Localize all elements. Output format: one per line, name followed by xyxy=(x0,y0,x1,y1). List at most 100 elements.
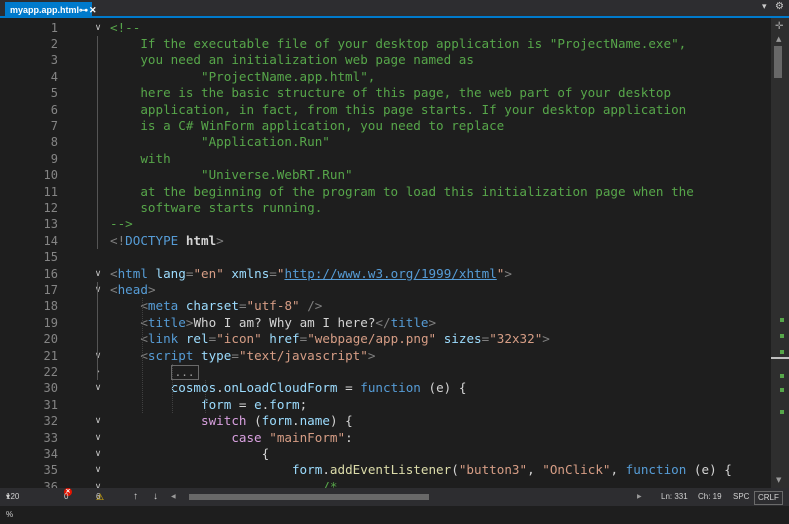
code-line[interactable]: 18 <meta charset="utf-8" /> xyxy=(0,298,771,314)
code-token: "en" xyxy=(193,265,224,281)
collapse-chevron-icon[interactable]: ∨ xyxy=(92,479,104,488)
code-line[interactable]: 12 software starts running. xyxy=(0,200,771,216)
code-line[interactable]: 6 application, in fact, from this page s… xyxy=(0,102,771,118)
code-line[interactable]: 32 ∨ switch (form.name) { xyxy=(0,413,771,429)
tab-list-dropdown-icon[interactable]: ▾ xyxy=(762,1,767,12)
line-number: 10 xyxy=(43,168,58,183)
collapse-chevron-icon[interactable]: ∨ xyxy=(92,413,104,429)
code-token: cosmos xyxy=(110,380,217,396)
tab-myapp-app-html[interactable]: myapp.app.html ⊶ ✕ xyxy=(5,2,97,18)
collapsed-region-placeholder[interactable]: ... xyxy=(170,364,199,380)
code-line[interactable]: 9 with xyxy=(0,151,771,167)
code-line[interactable]: 34 ∨ { xyxy=(0,446,771,462)
code-token: script xyxy=(147,347,194,363)
indent-guide xyxy=(172,363,173,414)
close-icon[interactable]: ✕ xyxy=(89,2,97,18)
code-text: case "mainForm": xyxy=(110,430,352,446)
code-token: lang xyxy=(147,265,186,281)
code-line[interactable]: 5 here is the basic structure of this pa… xyxy=(0,85,771,101)
settings-gear-icon[interactable]: ⚙ xyxy=(775,1,784,12)
code-token: link xyxy=(147,331,179,347)
code-line[interactable]: 35 ∨ form.addEventListener("button3", "On… xyxy=(0,462,771,478)
next-issue-arrow-icon[interactable]: ↓ xyxy=(153,488,158,506)
scroll-down-arrow-icon[interactable]: ▼ xyxy=(776,476,781,484)
code-line[interactable]: 17 ∨ <head> xyxy=(0,282,771,298)
code-token: DOCTYPE xyxy=(125,232,179,248)
code-line[interactable]: 14 <!DOCTYPE html> xyxy=(0,233,771,249)
code-token: > xyxy=(504,265,512,281)
code-line[interactable]: 3 you need an initialization web page na… xyxy=(0,52,771,68)
code-token: rel xyxy=(178,331,209,347)
code-editor[interactable]: 1 ∨ <!-- 2 If the executable file of your d… xyxy=(0,18,771,488)
code-text: software starts running. xyxy=(110,200,322,216)
code-token: ( xyxy=(246,413,262,429)
code-token: type xyxy=(193,347,232,363)
code-line[interactable]: 8 "Application.Run" xyxy=(0,134,771,150)
code-line[interactable]: 13 --> xyxy=(0,216,771,232)
line-number: 2 xyxy=(50,36,58,51)
line-number-indicator[interactable]: Ln: 331 xyxy=(661,488,688,506)
expand-chevron-icon[interactable]: › xyxy=(92,364,104,380)
code-text: "ProjectName.app.html", xyxy=(110,69,375,85)
collapse-chevron-icon[interactable]: ∨ xyxy=(92,348,104,364)
code-token: "32x32" xyxy=(489,331,543,347)
code-line[interactable]: 2 If the executable file of your desktop… xyxy=(0,36,771,52)
code-text: <head> xyxy=(110,282,156,298)
code-text: form = e.form; xyxy=(110,397,307,413)
code-line[interactable]: 20 <link rel="icon" href="webpage/app.pn… xyxy=(0,331,771,347)
collapse-chevron-icon[interactable]: ∨ xyxy=(92,446,104,462)
code-line[interactable]: 33 ∨ case "mainForm": xyxy=(0,430,771,446)
code-line[interactable]: 1 ∨ <!-- xyxy=(0,20,771,36)
code-line[interactable]: 31 form = e.form; xyxy=(0,397,771,413)
code-token: . xyxy=(322,462,330,478)
code-token: software starts running. xyxy=(110,199,323,215)
pin-icon[interactable]: ⊶ xyxy=(79,2,88,18)
code-line[interactable]: 36 ∨ /* xyxy=(0,479,771,488)
horizontal-scroll-thumb[interactable] xyxy=(189,494,429,500)
code-line[interactable]: 16 ∨ <html lang="en" xmlns="http://www.w3.… xyxy=(0,266,771,282)
line-number: 7 xyxy=(50,118,58,133)
code-line[interactable]: 22 › ... xyxy=(0,364,771,380)
code-line[interactable]: 11 at the beginning of the program to lo… xyxy=(0,184,771,200)
code-token: form xyxy=(269,396,300,412)
line-number: 17 xyxy=(43,282,58,297)
chevron-down-icon: ▾ xyxy=(6,492,11,501)
code-line[interactable]: 15 xyxy=(0,249,771,265)
code-line[interactable]: 7 is a C# WinForm application, you need … xyxy=(0,118,771,134)
code-token: "Universe.WebRT.Run" xyxy=(110,167,353,183)
vertical-scroll-thumb[interactable] xyxy=(774,46,782,78)
collapse-chevron-icon[interactable]: ∨ xyxy=(92,430,104,446)
scroll-up-arrow-icon[interactable]: ▲ xyxy=(776,35,781,43)
collapse-chevron-icon[interactable]: ∨ xyxy=(92,380,104,396)
code-token: Who I am? Why am I here? xyxy=(193,314,376,330)
code-token: charset xyxy=(178,298,239,314)
collapse-chevron-icon[interactable]: ∨ xyxy=(92,282,104,298)
split-view-icon[interactable]: ✛ xyxy=(775,21,783,32)
code-line[interactable]: 21 ∨ <script type="text/javascript"> xyxy=(0,348,771,364)
code-text: /* xyxy=(110,479,337,488)
indent-guide xyxy=(205,380,206,414)
previous-issue-arrow-icon[interactable]: ↑ xyxy=(133,488,138,506)
collapse-chevron-icon[interactable]: ∨ xyxy=(92,462,104,478)
code-line[interactable]: 4 "ProjectName.app.html", xyxy=(0,69,771,85)
code-token: . xyxy=(292,413,300,429)
code-line[interactable]: 19 <title>Who I am? Why am I here?</titl… xyxy=(0,315,771,331)
line-number: 16 xyxy=(43,266,58,281)
code-token: sizes xyxy=(436,331,482,347)
whitespace-mode[interactable]: SPC xyxy=(733,488,749,506)
code-token: = xyxy=(337,380,361,396)
vertical-scrollbar[interactable]: ✛ ▲ ▼ xyxy=(771,18,789,488)
editor-window: myapp.app.html ⊶ ✕ ▾ ⚙ 1 ∨ <!-- 2 If the ex… xyxy=(0,0,789,519)
column-indicator[interactable]: Ch: 19 xyxy=(698,488,722,506)
collapse-chevron-icon[interactable]: ∨ xyxy=(92,266,104,282)
scroll-left-arrow-icon[interactable]: ◀ xyxy=(171,493,176,501)
line-ending-mode[interactable]: CRLF xyxy=(754,491,783,505)
scroll-right-arrow-icon[interactable]: ▶ xyxy=(637,493,642,501)
code-line[interactable]: 10 "Universe.WebRT.Run" xyxy=(0,167,771,183)
code-text: is a C# WinForm application, you need to… xyxy=(110,118,504,134)
code-line[interactable]: 30 ∨ cosmos.onLoadCloudForm = function (e… xyxy=(0,380,771,396)
collapse-chevron-icon[interactable]: ∨ xyxy=(92,20,104,36)
horizontal-scrollbar[interactable]: ◀ ▶ xyxy=(171,493,646,501)
code-text: <!DOCTYPE html> xyxy=(110,233,224,249)
caret-position-marker xyxy=(771,357,789,359)
